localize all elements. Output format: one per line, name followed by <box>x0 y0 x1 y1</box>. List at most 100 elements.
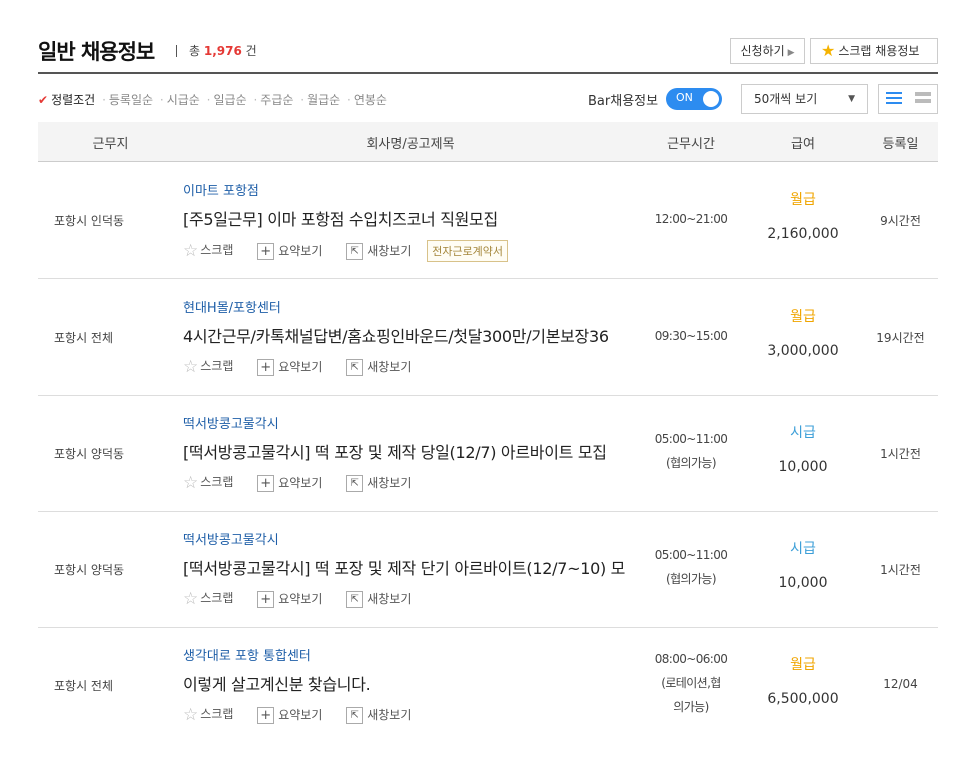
pay-cell: 월급 6,500,000 <box>743 655 863 707</box>
col-title: 회사명/공고제목 <box>366 137 455 152</box>
scrap-button[interactable]: ☆ 스크랩 <box>183 473 233 493</box>
plus-icon: + <box>257 359 275 376</box>
bar-toggle-label: Bar채용정보 <box>588 94 659 109</box>
job-title-link[interactable]: 이렇게 살고계신분 찾습니다. <box>183 671 370 695</box>
sort-active[interactable]: 정렬조건 <box>51 93 95 107</box>
row-actions: ☆ 스크랩 + 요약보기 ⇱ 새창보기 <box>183 357 431 379</box>
col-location: 근무지 <box>92 137 129 152</box>
scrap-button[interactable]: ☆ 스크랩 <box>183 241 233 261</box>
row-actions: ☆ 스크랩 + 요약보기 ⇱ 새창보기 전자근로계약서 <box>183 240 509 262</box>
registered-date: 1시간전 <box>880 447 921 461</box>
sort-option-registered[interactable]: 등록일순 <box>109 93 153 107</box>
pay-type: 월급 <box>790 309 816 325</box>
new-window-button[interactable]: ⇱ 새창보기 <box>346 706 411 724</box>
new-window-button[interactable]: ⇱ 새창보기 <box>346 474 411 492</box>
summary-button[interactable]: + 요약보기 <box>257 474 322 492</box>
new-window-button[interactable]: ⇱ 새창보기 <box>346 242 411 260</box>
registered-date: 9시간전 <box>880 214 921 228</box>
company-link[interactable]: 생각대로 포항 통합센터 <box>183 645 311 664</box>
summary-button[interactable]: + 요약보기 <box>257 590 322 608</box>
work-time: 05:00~11:00 (협의가능) <box>654 548 728 586</box>
job-title-link[interactable]: 4시간근무/카톡채널답변/홈쇼핑인바운드/첫달300만/기본보장36 <box>183 323 609 347</box>
pay-type: 월급 <box>790 657 816 673</box>
apply-label: 신청하기 <box>740 44 785 58</box>
pay-cell: 월급 2,160,000 <box>743 190 863 242</box>
company-link[interactable]: 떡서방콩고물각시 <box>183 529 279 548</box>
registered-date: 12/04 <box>883 677 918 691</box>
page-title: 일반 채용정보 <box>38 40 155 64</box>
plus-icon: + <box>257 475 275 492</box>
table-row: 포항시 전체 생각대로 포항 통합센터 이렇게 살고계신분 찾습니다. ☆ 스크랩… <box>38 627 938 744</box>
job-title-link[interactable]: [떡서방콩고물각시] 떡 포장 및 제작 단기 아르바이트(12/7~10) 모 <box>183 555 625 579</box>
count-prefix: 총 <box>189 44 201 58</box>
company-link[interactable]: 떡서방콩고물각시 <box>183 413 279 432</box>
apply-button[interactable]: 신청하기 ▶ <box>730 38 805 64</box>
summary-button[interactable]: + 요약보기 <box>257 358 322 376</box>
contract-badge: 전자근로계약서 <box>427 240 509 262</box>
scrap-list-label: 스크랩 채용정보 <box>838 44 920 58</box>
external-link-icon: ⇱ <box>346 707 364 724</box>
scrap-button[interactable]: ☆ 스크랩 <box>183 705 233 725</box>
work-time: 05:00~11:00 (협의가능) <box>654 432 728 470</box>
view-mode-switch <box>878 84 938 114</box>
work-time: 09:30~15:00 <box>654 329 728 343</box>
scrap-list-button[interactable]: ★ 스크랩 채용정보 <box>810 38 938 64</box>
job-title-link[interactable]: [주5일근무] 이마 포항점 수입치즈코너 직원모집 <box>183 206 498 230</box>
page-size-value: 50개씩 보기 <box>754 92 818 106</box>
external-link-icon: ⇱ <box>346 591 364 608</box>
check-icon: ✔ <box>38 93 49 107</box>
sort-options: ✔ 정렬조건 · 등록일순 · 시급순 · 일급순 · 주급순 · 월급순 · 연봉순 <box>38 93 387 107</box>
external-link-icon: ⇱ <box>346 475 364 492</box>
external-link-icon: ⇱ <box>346 359 364 376</box>
title-divider <box>176 45 177 57</box>
pay-amount: 10,000 <box>778 459 828 475</box>
count-value: 1,976 <box>203 44 242 58</box>
list-view-icon[interactable] <box>886 92 902 106</box>
plus-icon: + <box>257 591 275 608</box>
plus-icon: + <box>257 243 275 260</box>
sort-option-monthly[interactable]: 월급순 <box>307 93 340 107</box>
pay-amount: 2,160,000 <box>767 226 839 242</box>
pay-cell: 시급 10,000 <box>743 539 863 591</box>
col-time: 근무시간 <box>667 137 715 152</box>
page-size-select[interactable]: 50개씩 보기 ▼ <box>741 84 868 114</box>
table-row: 포항시 양덕동 떡서방콩고물각시 [떡서방콩고물각시] 떡 포장 및 제작 단기… <box>38 511 938 628</box>
summary-button[interactable]: + 요약보기 <box>257 242 322 260</box>
scrap-button[interactable]: ☆ 스크랩 <box>183 357 233 377</box>
row-actions: ☆ 스크랩 + 요약보기 ⇱ 새창보기 <box>183 705 431 727</box>
toggle-knob <box>703 91 719 107</box>
job-location: 포항시 전체 <box>54 331 114 345</box>
sort-option-hourly[interactable]: 시급순 <box>167 93 200 107</box>
col-date: 등록일 <box>882 137 919 152</box>
listing-header: 일반 채용정보 총 1,976 건 신청하기 ▶ ★ 스크랩 채용정보 <box>38 36 938 74</box>
pay-amount: 6,500,000 <box>767 691 839 707</box>
col-pay: 급여 <box>791 137 815 152</box>
chevron-right-icon: ▶ <box>787 48 795 58</box>
pay-type: 시급 <box>790 425 816 441</box>
sort-option-weekly[interactable]: 주급순 <box>260 93 293 107</box>
pay-amount: 3,000,000 <box>767 343 839 359</box>
company-link[interactable]: 현대H몰/포항센터 <box>183 297 281 316</box>
scrap-button[interactable]: ☆ 스크랩 <box>183 589 233 609</box>
new-window-button[interactable]: ⇱ 새창보기 <box>346 358 411 376</box>
job-location: 포항시 인덕동 <box>54 214 125 228</box>
new-window-button[interactable]: ⇱ 새창보기 <box>346 590 411 608</box>
table-row: 포항시 전체 현대H몰/포항센터 4시간근무/카톡채널답변/홈쇼핑인바운드/첫달… <box>38 279 938 396</box>
job-title-link[interactable]: [떡서방콩고물각시] 떡 포장 및 제작 당일(12/7) 아르바이트 모집 <box>183 439 607 463</box>
sort-option-daily[interactable]: 일급순 <box>214 93 247 107</box>
sort-option-annual[interactable]: 연봉순 <box>354 93 387 107</box>
table-row: 포항시 인덕동 이마트 포항점 [주5일근무] 이마 포항점 수입치즈코너 직원… <box>38 162 938 279</box>
bar-toggle[interactable]: ON <box>666 88 722 110</box>
job-location: 포항시 양덕동 <box>54 563 125 577</box>
registered-date: 1시간전 <box>880 563 921 577</box>
plus-icon: + <box>257 707 275 724</box>
table-header: 근무지 회사명/공고제목 근무시간 급여 등록일 <box>38 122 938 162</box>
star-icon: ★ <box>821 41 836 60</box>
row-actions: ☆ 스크랩 + 요약보기 ⇱ 새창보기 <box>183 473 431 495</box>
compact-view-icon[interactable] <box>915 92 931 106</box>
work-time: 12:00~21:00 <box>654 212 728 226</box>
pay-type: 월급 <box>790 192 816 208</box>
summary-button[interactable]: + 요약보기 <box>257 706 322 724</box>
pay-type: 시급 <box>790 541 816 557</box>
company-link[interactable]: 이마트 포항점 <box>183 180 259 199</box>
